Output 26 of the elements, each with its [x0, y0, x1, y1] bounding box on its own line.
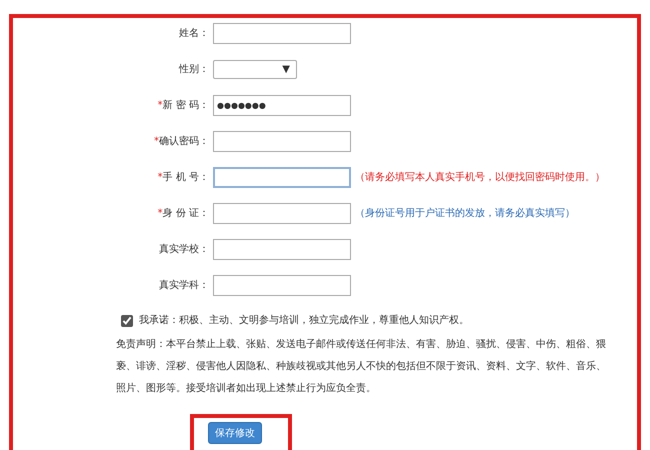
- required-mark: *: [158, 100, 163, 113]
- field-label: 身 份 证：: [162, 207, 209, 221]
- pledge-checkbox[interactable]: [121, 314, 133, 326]
- input-field[interactable]: [213, 167, 351, 188]
- field-label: 姓名：: [179, 27, 209, 41]
- input-field[interactable]: [213, 131, 351, 152]
- required-mark: *: [154, 135, 159, 149]
- required-mark: *: [158, 207, 163, 221]
- field-label: 新 密 码：: [162, 98, 209, 113]
- field-label: 真实学校：: [159, 242, 209, 257]
- save-button[interactable]: 保存修改: [208, 422, 262, 444]
- field-hint: （请务必填写本人真实手机号，以便找回密码时使用。）: [355, 170, 605, 185]
- input-field[interactable]: [213, 23, 351, 44]
- field-label: 真实学科：: [159, 278, 209, 293]
- field-label: 确认密码：: [159, 134, 209, 149]
- gender-select[interactable]: ▼: [213, 60, 297, 79]
- disclaimer-text: 免责声明：本平台禁止上载、张贴、发送电子邮件或传送任何非法、有害、胁迫、骚扰、侵害、中伤、粗俗、猥亵、诽谤、淫秽、侵害他人因隐私、种族歧视或其他另人不快的包括但不限于资讯、资料、文字、软件、音乐、照片、图形等。接受培训者如出现上述禁止行为应负全责。: [116, 338, 607, 396]
- input-field[interactable]: [213, 275, 351, 296]
- required-mark: *: [158, 172, 163, 185]
- field-label: 性别：: [179, 62, 209, 77]
- input-field[interactable]: ●●●●●●●: [213, 95, 351, 116]
- field-hint: （身份证号用于户证书的发放，请务必真实填写）: [355, 206, 575, 221]
- input-field[interactable]: [213, 203, 351, 224]
- input-field[interactable]: [213, 239, 351, 260]
- pledge-text: 我承诺：积极、主动、文明参与培训，独立完成作业，尊重他人知识产权。: [139, 314, 469, 328]
- field-label: 手 机 号：: [162, 170, 209, 185]
